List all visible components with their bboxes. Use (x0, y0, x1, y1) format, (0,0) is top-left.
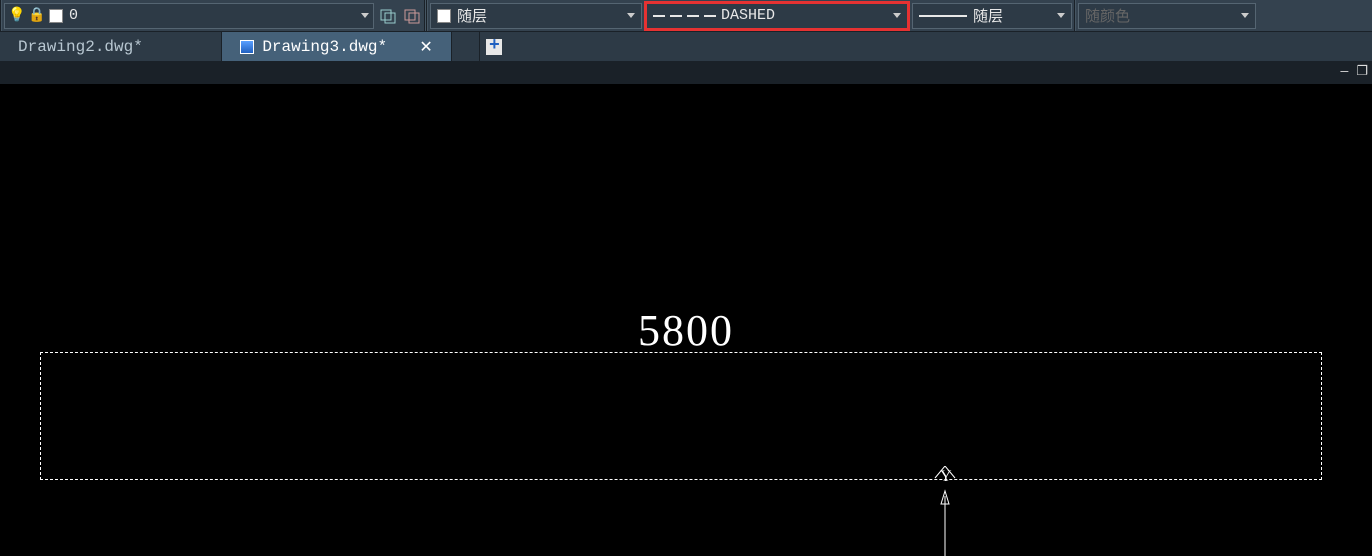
document-tabbar: Drawing2.dwg* Drawing3.dwg* ✕ (0, 32, 1372, 62)
drawing-canvas[interactable]: 5800 Y (0, 84, 1372, 542)
drawn-rectangle (40, 352, 1322, 480)
dash-sample-icon (670, 15, 682, 17)
tab-label: Drawing2.dwg* (18, 38, 143, 56)
new-tab-button[interactable] (480, 32, 508, 61)
color-selector[interactable]: 随层 (430, 3, 642, 29)
dash-sample-icon (687, 15, 699, 17)
color-swatch (437, 9, 451, 23)
linetype-label: DASHED (721, 7, 775, 24)
linetype-selector[interactable]: DASHED (646, 3, 908, 29)
lineweight-selector[interactable]: 随层 (912, 3, 1072, 29)
layer-color-swatch (49, 9, 63, 23)
chevron-down-icon (1241, 13, 1249, 18)
lock-icon: 🔒 (29, 8, 45, 24)
tab-drawing2[interactable]: Drawing2.dwg* (0, 32, 222, 61)
lineweight-label: 随层 (973, 5, 1003, 26)
separator (1074, 0, 1076, 31)
plotstyle-label: 随颜色 (1085, 5, 1130, 26)
layer-selector[interactable]: 💡 🔒 0 (4, 3, 374, 29)
workspace-window-controls: — ❐ (0, 62, 1372, 84)
close-icon[interactable]: ✕ (419, 38, 433, 56)
plus-icon (486, 39, 502, 55)
chevron-down-icon (361, 13, 369, 18)
restore-button[interactable]: ❐ (1356, 64, 1368, 79)
tab-label: Drawing3.dwg* (262, 38, 387, 56)
dash-sample-icon (653, 15, 665, 17)
chevron-down-icon (893, 13, 901, 18)
color-label: 随层 (457, 5, 487, 26)
minimize-button[interactable]: — (1341, 64, 1349, 79)
chevron-down-icon (627, 13, 635, 18)
layer-name-label: 0 (69, 7, 78, 24)
line-sample-icon (919, 15, 967, 17)
ucs-y-label: Y (940, 468, 952, 486)
dash-sample-icon (704, 15, 716, 17)
dwg-file-icon (240, 40, 254, 54)
layer-previous-button[interactable] (377, 5, 399, 27)
lightbulb-icon: 💡 (9, 8, 25, 24)
plotstyle-selector[interactable]: 随颜色 (1078, 3, 1256, 29)
separator (426, 0, 428, 31)
chevron-down-icon (1057, 13, 1065, 18)
properties-toolbar: 💡 🔒 0 随层 DASHED 随层 随颜色 (0, 0, 1372, 32)
dimension-text: 5800 (638, 305, 734, 356)
layer-states-button[interactable] (401, 5, 423, 27)
separator (0, 0, 2, 31)
tab-gap (452, 32, 480, 61)
tab-drawing3[interactable]: Drawing3.dwg* ✕ (222, 32, 452, 61)
